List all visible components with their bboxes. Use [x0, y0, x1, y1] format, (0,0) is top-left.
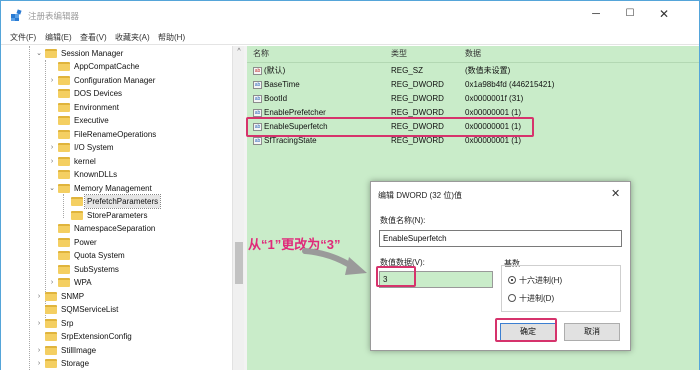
folder-icon: [58, 238, 70, 247]
folder-icon: [58, 143, 70, 152]
expand-icon[interactable]: ›: [48, 74, 56, 87]
dialog-title: 编辑 DWORD (32 位)值: [378, 191, 462, 200]
binary-value-icon: ab: [253, 109, 262, 117]
folder-icon: [45, 359, 57, 368]
value-row-default[interactable]: ab (默认) REG_SZ (数值未设置): [247, 64, 699, 78]
menu-favorites[interactable]: 收藏夹(A): [115, 32, 150, 43]
menu-view[interactable]: 查看(V): [80, 32, 107, 43]
folder-icon: [58, 76, 70, 85]
column-header-data[interactable]: 数据: [465, 46, 481, 62]
folder-icon: [58, 224, 70, 233]
menu-help[interactable]: 帮助(H): [158, 32, 185, 43]
expand-icon[interactable]: ›: [48, 276, 56, 289]
window-title: 注册表编辑器: [28, 11, 80, 21]
expand-icon[interactable]: ›: [35, 317, 43, 330]
expand-icon[interactable]: ›: [35, 344, 43, 357]
expand-icon[interactable]: ›: [35, 290, 43, 303]
minimize-button[interactable]: ─: [581, 5, 611, 23]
folder-icon: [58, 103, 70, 112]
folder-icon: [58, 170, 70, 179]
value-row-bootid[interactable]: ab BootId REG_DWORD 0x0000001f (31): [247, 92, 699, 106]
folder-icon: [58, 116, 70, 125]
string-value-icon: ab: [253, 67, 262, 75]
registry-editor-icon: [11, 9, 22, 21]
menu-edit[interactable]: 编辑(E): [45, 32, 72, 43]
folder-icon: [58, 89, 70, 98]
column-header-type[interactable]: 类型: [391, 46, 407, 62]
expand-icon[interactable]: ›: [48, 141, 56, 154]
folder-open-icon: [45, 49, 57, 58]
folder-icon: [58, 251, 70, 260]
collapse-icon[interactable]: ⌄: [35, 47, 43, 60]
folder-icon: [58, 62, 70, 71]
tree-guide-line: [45, 60, 46, 320]
expand-icon[interactable]: ›: [48, 155, 56, 168]
cancel-button[interactable]: 取消: [564, 323, 620, 341]
collapse-icon[interactable]: ⌄: [48, 182, 56, 195]
binary-value-icon: ab: [253, 95, 262, 103]
dialog-close-button[interactable]: ✕: [611, 187, 620, 200]
radix-group: [501, 265, 621, 312]
scrollbar-thumb[interactable]: [235, 242, 243, 284]
folder-icon: [71, 211, 83, 220]
value-name-label: 数值名称(N):: [380, 216, 426, 225]
menu-bar: 文件(F) 编辑(E) 查看(V) 收藏夹(A) 帮助(H): [1, 29, 699, 45]
expand-icon[interactable]: ›: [35, 357, 43, 370]
radix-hex-option[interactable]: 十六进制(H): [508, 275, 562, 286]
header-divider: [247, 62, 699, 63]
folder-icon: [58, 157, 70, 166]
annotation-arrow-icon: [302, 248, 367, 275]
radio-selected-icon[interactable]: [508, 276, 516, 284]
folder-icon: [58, 278, 70, 287]
data-field-highlight-box: [376, 266, 416, 287]
close-button[interactable]: ✕: [649, 5, 679, 23]
registry-key-tree[interactable]: ⌄ Session Manager AppCompatCache › Confi…: [1, 46, 244, 370]
binary-value-icon: ab: [253, 81, 262, 89]
folder-icon: [45, 332, 57, 341]
column-header-name[interactable]: 名称: [253, 46, 269, 62]
title-bar: 注册表编辑器 ─ ☐ ✕: [1, 1, 699, 29]
radio-unselected-icon[interactable]: [508, 294, 516, 302]
folder-icon: [45, 292, 57, 301]
folder-icon: [58, 265, 70, 274]
ok-button-highlight-box: [495, 318, 557, 342]
folder-icon: [45, 319, 57, 328]
registry-editor-window: 注册表编辑器 ─ ☐ ✕ 文件(F) 编辑(E) 查看(V) 收藏夹(A) 帮助…: [0, 0, 700, 370]
folder-icon: [58, 130, 70, 139]
folder-open-icon: [71, 197, 83, 206]
folder-icon: [45, 305, 57, 314]
row-highlight-box: [246, 117, 534, 137]
folder-icon: [45, 346, 57, 355]
radix-dec-option[interactable]: 十进制(D): [508, 293, 554, 304]
tree-scrollbar[interactable]: ^: [232, 46, 244, 370]
menu-file[interactable]: 文件(F): [10, 32, 36, 43]
value-name-field[interactable]: EnableSuperfetch: [379, 230, 622, 247]
folder-open-icon: [58, 184, 70, 193]
tree-guide-line: [29, 46, 30, 370]
maximize-button[interactable]: ☐: [615, 5, 645, 23]
value-row-basetime[interactable]: ab BaseTime REG_DWORD 0x1a98b4fd (446215…: [247, 78, 699, 92]
binary-value-icon: ab: [253, 137, 262, 145]
